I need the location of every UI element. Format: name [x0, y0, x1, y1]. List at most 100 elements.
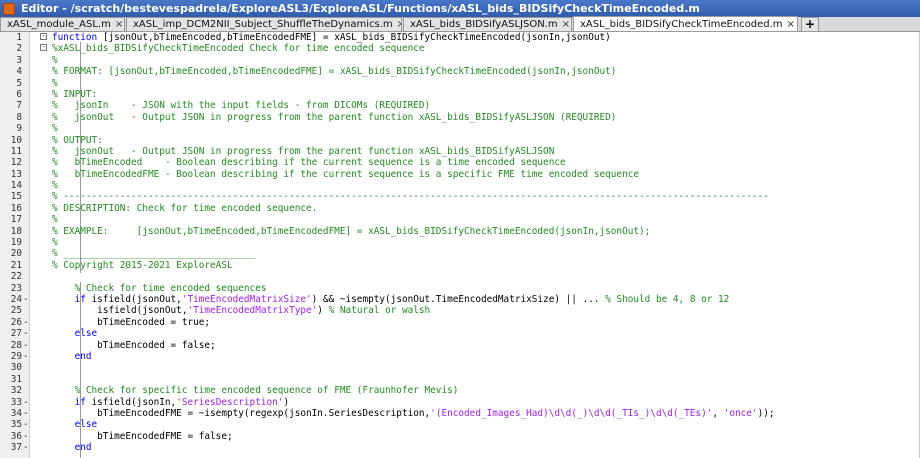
- code-token: bTimeEncodedFME = false;: [52, 430, 233, 442]
- breakpoint-marker[interactable]: -: [23, 317, 31, 328]
- code-text: bTimeEncodedFME = false;: [52, 430, 233, 442]
- code-line[interactable]: 20 % __________________________________: [0, 248, 920, 259]
- code-line[interactable]: 9%: [0, 123, 920, 134]
- code-string: 'TimeEncodedMatrixSize': [181, 293, 312, 305]
- editor-tab-bar: xASL_module_ASL.m × xASL_imp_DCM2NII_Sub…: [0, 16, 920, 32]
- code-line[interactable]: 22: [0, 271, 920, 282]
- tab-bidsify-check-time-encoded[interactable]: xASL_bids_BIDSifyCheckTimeEncoded.m ×: [573, 16, 798, 31]
- code-text: %: [52, 237, 58, 248]
- code-text: % --------------------------------------…: [52, 191, 769, 202]
- breakpoint-marker[interactable]: -: [23, 408, 31, 419]
- code-line[interactable]: 33- if isfield(jsonIn,'SeriesDescription…: [0, 397, 920, 408]
- code-line[interactable]: 25 isfield(jsonOut,'TimeEncodedMatrixTyp…: [0, 305, 920, 316]
- code-text: % DESCRIPTION: Check for time encoded se…: [52, 203, 317, 214]
- code-keyword: end: [52, 350, 92, 362]
- code-text: % EXAMPLE: [jsonOut,bTimeEncoded,bTimeEn…: [52, 226, 650, 237]
- code-line[interactable]: 3%: [0, 55, 920, 66]
- breakpoint-marker[interactable]: -: [23, 294, 31, 305]
- breakpoint-marker[interactable]: -: [23, 340, 31, 351]
- fold-toggle-icon[interactable]: -: [40, 33, 47, 40]
- code-text: % Check for time encoded sequences: [52, 283, 267, 294]
- code-line[interactable]: 28- bTimeEncoded = false;: [0, 340, 920, 351]
- code-line[interactable]: 29- end: [0, 351, 920, 362]
- line-number: 12: [10, 157, 22, 169]
- code-comment: % Copyright 2015-2021 ExploreASL: [52, 259, 233, 271]
- code-line[interactable]: 37- end: [0, 442, 920, 453]
- line-number: 9: [16, 123, 22, 135]
- code-line[interactable]: 34- bTimeEncodedFME = ~isempty(regexp(js…: [0, 408, 920, 419]
- code-comment: % Should be 4, 8 or 12: [605, 293, 730, 305]
- code-line[interactable]: 27- else: [0, 328, 920, 339]
- code-text: %xASL_bids_BIDSifyCheckTimeEncoded Check…: [52, 43, 425, 54]
- code-text: %: [52, 55, 58, 66]
- close-icon[interactable]: ×: [783, 19, 795, 30]
- code-token: bTimeEncodedFME = ~isempty(regexp(jsonIn…: [52, 407, 431, 419]
- code-line[interactable]: 24- if isfield(jsonOut,'TimeEncodedMatri…: [0, 294, 920, 305]
- breakpoint-marker[interactable]: -: [23, 419, 31, 430]
- code-token: ));: [757, 407, 775, 419]
- code-line[interactable]: 11 % jsonOut - Output JSON in progress fr…: [0, 146, 920, 157]
- line-number: 30: [10, 362, 22, 374]
- code-line[interactable]: 4 % FORMAT: [jsonOut,bTimeEncoded,bTimeEn…: [0, 66, 920, 77]
- line-number: 24: [10, 293, 22, 305]
- code-line[interactable]: 12 % bTimeEncoded - Boolean describing if…: [0, 157, 920, 168]
- fold-toggle-icon[interactable]: -: [40, 44, 47, 52]
- code-line[interactable]: 16 % DESCRIPTION: Check for time encoded …: [0, 203, 920, 214]
- code-lines[interactable]: 1- function [jsonOut,bTimeEncoded,bTimeEn…: [0, 32, 920, 453]
- code-line[interactable]: 10 % OUTPUT:: [0, 135, 920, 146]
- breakpoint-marker[interactable]: -: [23, 397, 31, 408]
- code-line[interactable]: 1 - function [jsonOut,bTimeEncoded,bTimeEn…: [0, 32, 920, 43]
- code-string: 'TimeEncodedMatrixType': [187, 305, 318, 317]
- code-line[interactable]: 7 % jsonIn - JSON with the input fields -…: [0, 100, 920, 111]
- code-line[interactable]: 2 - %xASL_bids_BIDSifyCheckTimeEncoded Che…: [0, 43, 920, 54]
- code-line[interactable]: 31: [0, 374, 920, 385]
- line-number: 34: [10, 407, 22, 419]
- breakpoint-marker[interactable]: -: [23, 328, 31, 339]
- code-text: bTimeEncodedFME = ~isempty(regexp(jsonIn…: [52, 407, 775, 419]
- code-line[interactable]: 35- else: [0, 419, 920, 430]
- code-keyword: if: [52, 293, 92, 305]
- code-line[interactable]: 14%: [0, 180, 920, 191]
- code-line[interactable]: 5%: [0, 78, 920, 89]
- code-string: 'SeriesDescription': [176, 396, 284, 408]
- code-keyword: if: [52, 396, 92, 408]
- code-line[interactable]: 36- bTimeEncodedFME = false;: [0, 431, 920, 442]
- code-comment: % INPUT:: [52, 88, 98, 100]
- line-number: 31: [10, 373, 22, 385]
- tab-xasl-module-asl[interactable]: xASL_module_ASL.m ×: [0, 17, 125, 31]
- line-number: 20: [10, 248, 22, 260]
- code-line[interactable]: 26- bTimeEncoded = true;: [0, 317, 920, 328]
- line-number: 17: [10, 214, 22, 226]
- code-line[interactable]: 15 % ------------------------------------…: [0, 191, 920, 202]
- tab-bidsify-asljson[interactable]: xASL_bids_BIDSifyASLJSON.m ×: [403, 17, 572, 31]
- code-keyword: function: [52, 32, 103, 43]
- breakpoint-marker[interactable]: -: [23, 351, 31, 362]
- code-line[interactable]: 21 % Copyright 2015-2021 ExploreASL: [0, 260, 920, 271]
- code-text: if isfield(jsonOut,'TimeEncodedMatrixSiz…: [52, 293, 730, 305]
- add-tab-button[interactable]: +: [801, 17, 819, 31]
- code-line[interactable]: 13 % bTimeEncodedFME - Boolean describing…: [0, 169, 920, 180]
- code-text: % __________________________________: [52, 248, 255, 259]
- code-line[interactable]: 6 % INPUT:: [0, 89, 920, 100]
- code-token: isfield(jsonOut,: [91, 293, 182, 305]
- code-editor[interactable]: 1- function [jsonOut,bTimeEncoded,bTimeEn…: [0, 32, 920, 458]
- close-icon[interactable]: ×: [558, 19, 570, 30]
- code-comment: %xASL_bids_BIDSifyCheckTimeEncoded Check…: [52, 43, 425, 55]
- close-icon[interactable]: ×: [393, 19, 401, 30]
- code-text: bTimeEncoded = true;: [52, 317, 210, 328]
- code-line[interactable]: 17%: [0, 214, 920, 225]
- code-line[interactable]: 32 % Check for specific time encoded seq…: [0, 385, 920, 396]
- code-text: %: [52, 180, 58, 191]
- breakpoint-marker[interactable]: -: [23, 431, 31, 442]
- code-comment: %: [52, 123, 58, 135]
- close-icon[interactable]: ×: [111, 19, 123, 30]
- tab-shuffle-dynamics[interactable]: xASL_imp_DCM2NII_Subject_ShuffleTheDynam…: [126, 17, 402, 31]
- code-text: end: [52, 351, 92, 362]
- code-line[interactable]: 8 % jsonOut - Output JSON in progress fro…: [0, 112, 920, 123]
- code-line[interactable]: 30: [0, 362, 920, 373]
- line-number: 5: [16, 77, 22, 89]
- code-line[interactable]: 18 % EXAMPLE: [jsonOut,bTimeEncoded,bTime…: [0, 226, 920, 237]
- code-line[interactable]: 23 % Check for time encoded sequences: [0, 283, 920, 294]
- code-line[interactable]: 19%: [0, 237, 920, 248]
- breakpoint-marker[interactable]: -: [23, 442, 31, 453]
